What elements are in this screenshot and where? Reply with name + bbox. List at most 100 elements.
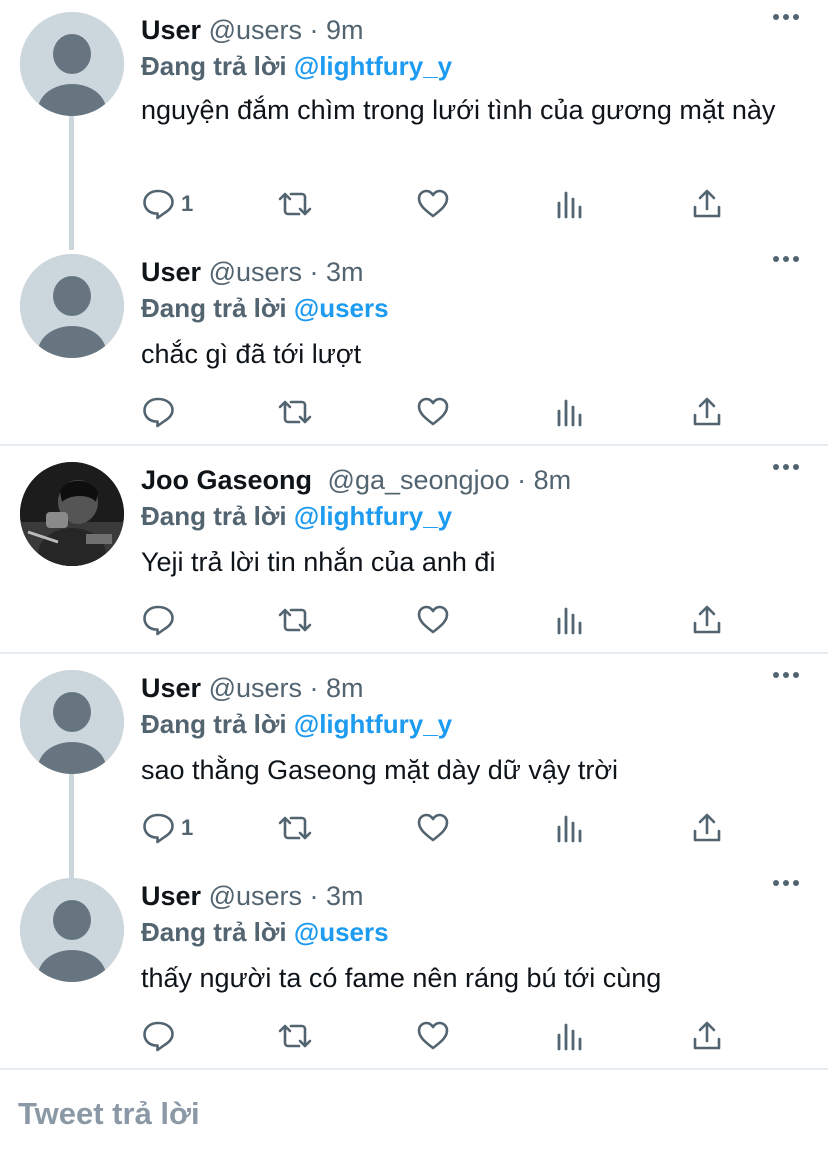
analytics-button[interactable]: [555, 806, 585, 850]
share-button[interactable]: [692, 1014, 722, 1058]
retweet-button[interactable]: [276, 806, 314, 850]
retweet-button[interactable]: [276, 1014, 314, 1058]
reply-icon: [143, 605, 174, 636]
tweet-header: Joo Gaseong @ga_seongjoo · 8m: [141, 464, 571, 496]
display-name[interactable]: Joo Gaseong: [141, 465, 312, 495]
analytics-icon: [557, 815, 582, 843]
reply-button[interactable]: [141, 598, 181, 642]
replying-to: Đang trả lời @lightfury_y: [141, 708, 452, 740]
timestamp[interactable]: · 9m: [310, 15, 364, 45]
share-button[interactable]: [692, 598, 722, 642]
retweet-icon: [278, 400, 312, 424]
tweet-header: User @users · 9m: [141, 14, 364, 46]
user-handle[interactable]: @users: [209, 257, 302, 287]
analytics-button[interactable]: [555, 182, 585, 226]
analytics-icon: [557, 607, 582, 635]
divider: [0, 444, 828, 446]
mention-link[interactable]: @users: [294, 293, 389, 323]
mention-link[interactable]: @lightfury_y: [294, 51, 452, 81]
more-options-icon[interactable]: [772, 878, 800, 888]
share-button[interactable]: [692, 390, 722, 434]
avatar[interactable]: [20, 462, 124, 566]
user-handle[interactable]: @users: [209, 881, 302, 911]
display-name[interactable]: User: [141, 673, 201, 703]
like-button[interactable]: [416, 1014, 450, 1058]
avatar[interactable]: [20, 670, 124, 774]
timestamp[interactable]: · 3m: [310, 881, 364, 911]
reply-icon: [143, 813, 174, 844]
tweet-text: sao thằng Gaseong mặt dày dữ vậy trời: [141, 755, 619, 785]
like-button[interactable]: [416, 182, 450, 226]
share-button[interactable]: [692, 806, 722, 850]
tweet[interactable]: Joo Gaseong @ga_seongjoo · 8m Đang trả l…: [0, 450, 828, 652]
heart-icon: [417, 605, 449, 634]
heart-icon: [417, 1021, 449, 1050]
tweet-text: nguyện đắm chìm trong lưới tình của gươn…: [141, 95, 776, 125]
like-button[interactable]: [416, 390, 450, 434]
user-handle[interactable]: @users: [209, 673, 302, 703]
more-options-icon[interactable]: [772, 462, 800, 472]
analytics-button[interactable]: [555, 598, 585, 642]
tweet-actions: [0, 598, 828, 642]
tweet[interactable]: User @users · 3m Đang trả lời @users chắ…: [0, 242, 828, 444]
tweet-header: User @users · 8m: [141, 672, 364, 704]
reply-input[interactable]: Tweet trả lời: [18, 1096, 200, 1132]
divider: [0, 652, 828, 654]
analytics-icon: [557, 399, 582, 427]
retweet-button[interactable]: [276, 598, 314, 642]
replying-label: Đang trả lời: [141, 501, 287, 531]
tweet-header: User @users · 3m: [141, 256, 364, 288]
display-name[interactable]: User: [141, 881, 201, 911]
reply-count: 1: [181, 815, 194, 840]
reply-icon: [143, 189, 174, 220]
tweet[interactable]: User @users · 3m Đang trả lời @users thấ…: [0, 866, 828, 1068]
avatar[interactable]: [20, 254, 124, 358]
display-name[interactable]: User: [141, 15, 201, 45]
mention-link[interactable]: @lightfury_y: [294, 501, 452, 531]
tweet-actions: [0, 1014, 828, 1058]
heart-icon: [417, 189, 449, 218]
tweet-text: Yeji trả lời tin nhắn của anh đi: [141, 547, 496, 577]
reply-button[interactable]: [141, 390, 181, 434]
tweet-header: User @users · 3m: [141, 880, 364, 912]
analytics-button[interactable]: [555, 390, 585, 434]
reply-icon: [143, 397, 174, 428]
mention-link[interactable]: @users: [294, 917, 389, 947]
replying-label: Đang trả lời: [141, 917, 287, 947]
retweet-icon: [278, 608, 312, 632]
like-button[interactable]: [416, 598, 450, 642]
reply-button[interactable]: 1: [141, 182, 193, 226]
avatar[interactable]: [20, 878, 124, 982]
retweet-button[interactable]: [276, 182, 314, 226]
reply-button[interactable]: [141, 1014, 181, 1058]
mention-link[interactable]: @lightfury_y: [294, 709, 452, 739]
share-button[interactable]: [692, 182, 722, 226]
tweet-actions: [0, 390, 828, 434]
share-icon: [693, 1021, 721, 1050]
user-handle[interactable]: @ga_seongjoo: [328, 465, 510, 495]
timestamp[interactable]: · 8m: [310, 673, 364, 703]
avatar[interactable]: [20, 12, 124, 116]
more-options-icon[interactable]: [772, 670, 800, 680]
retweet-button[interactable]: [276, 390, 314, 434]
like-button[interactable]: [416, 806, 450, 850]
share-icon: [693, 189, 721, 218]
tweet[interactable]: User @users · 9m Đang trả lời @lightfury…: [0, 0, 828, 250]
retweet-icon: [278, 1024, 312, 1048]
timestamp[interactable]: · 8m: [517, 465, 571, 495]
reply-button[interactable]: 1: [141, 806, 193, 850]
analytics-button[interactable]: [555, 1014, 585, 1058]
timestamp[interactable]: · 3m: [310, 257, 364, 287]
replying-label: Đang trả lời: [141, 293, 287, 323]
replying-label: Đang trả lời: [141, 51, 287, 81]
tweet-actions: 1: [0, 182, 828, 226]
replying-to: Đang trả lời @users: [141, 916, 389, 948]
more-options-icon[interactable]: [772, 254, 800, 264]
divider: [0, 1068, 828, 1070]
display-name[interactable]: User: [141, 257, 201, 287]
user-handle[interactable]: @users: [209, 15, 302, 45]
more-options-icon[interactable]: [772, 12, 800, 22]
tweet[interactable]: User @users · 8m Đang trả lời @lightfury…: [0, 658, 828, 882]
replying-to: Đang trả lời @lightfury_y: [141, 500, 452, 532]
replying-to: Đang trả lời @users: [141, 292, 389, 324]
